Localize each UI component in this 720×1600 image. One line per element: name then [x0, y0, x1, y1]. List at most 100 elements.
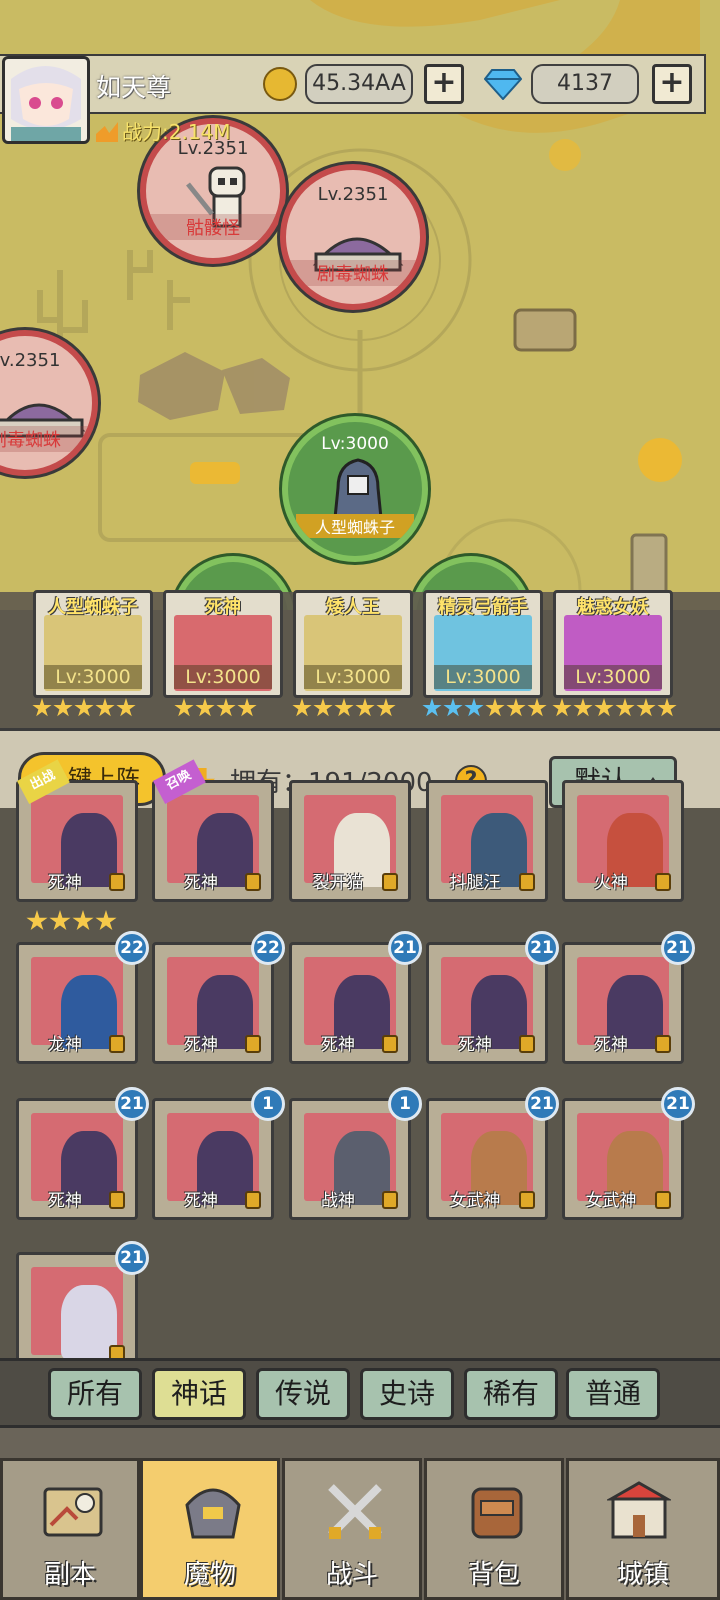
star-icon [95, 910, 117, 931]
team-slot-5-stars [552, 698, 678, 724]
team-slot-1-stars [32, 698, 137, 724]
monster-name: 裂开猫 [312, 873, 364, 893]
monster-card[interactable]: 战神 1 [289, 1087, 422, 1220]
player-name: 如天尊 [96, 73, 172, 102]
monster-card[interactable]: 死神 21 [16, 1087, 149, 1220]
monster-card[interactable]: 死神 21 [562, 931, 695, 1064]
monster-card[interactable]: 死神 22 [152, 931, 285, 1064]
nav-tab-3[interactable]: 背包 [424, 1458, 564, 1600]
filter-2-button[interactable]: 传说 [256, 1368, 350, 1420]
star-icon [313, 698, 333, 717]
lock-icon[interactable] [109, 1035, 125, 1053]
lock-icon[interactable] [519, 1191, 535, 1209]
coin-balance: 45.34AA [305, 64, 413, 104]
monster-card[interactable]: 死神 召唤 [152, 759, 274, 902]
lock-icon[interactable] [519, 1035, 535, 1053]
filter-1-button[interactable]: 神话 [152, 1368, 246, 1420]
lock-icon[interactable] [382, 873, 398, 891]
nav-tab-2[interactable]: 战斗 [282, 1458, 422, 1600]
nav-label: 战斗 [325, 1560, 378, 1590]
player-avatar[interactable] [2, 56, 90, 144]
coin-icon [263, 67, 297, 101]
filter-5-button[interactable]: 普通 [566, 1368, 660, 1420]
lock-icon[interactable] [245, 1035, 261, 1053]
lock-icon[interactable] [109, 873, 125, 891]
filter-3-button[interactable]: 史诗 [360, 1368, 454, 1420]
star-icon [552, 698, 572, 717]
star-icon [376, 698, 396, 717]
team-member-name: 矮人王 [326, 597, 380, 618]
monster-card[interactable]: 龙神 22 [16, 931, 149, 1064]
monster-card[interactable]: 女武神 21 [562, 1087, 695, 1220]
star-icon [53, 698, 73, 717]
monster-level-badge: 1 [388, 1087, 422, 1121]
monster-level-badge: 21 [388, 931, 422, 965]
star-icon [237, 698, 257, 717]
ally-spider-girl[interactable]: Lv:3000 人型蜘蛛子 [282, 416, 428, 562]
filter-4-button[interactable]: 稀有 [464, 1368, 558, 1420]
monster-card[interactable]: 死神 1 [152, 1087, 285, 1220]
game-screen: Lv.2351 骷髅怪 Lv.2351 剧毒蜘蛛 Lv.2351 剧 [0, 0, 720, 1600]
monster-card-stars [26, 910, 118, 932]
filter-0-button[interactable]: 所有 [48, 1368, 142, 1420]
lock-icon[interactable] [109, 1191, 125, 1209]
lock-icon[interactable] [245, 1191, 261, 1209]
combat-power: 战力:2.14M [96, 116, 231, 145]
star-icon [527, 698, 547, 717]
monster-card[interactable]: 21 [16, 1241, 149, 1374]
team-member-name: 精灵弓箭手 [438, 597, 528, 618]
team-slot-3[interactable]: 矮人王 Lv:3000 [293, 590, 413, 698]
monster-card[interactable]: 抖腿汪 [426, 780, 548, 902]
team-member-level: Lv:3000 [304, 665, 402, 689]
lock-icon[interactable] [245, 873, 261, 891]
monster-card[interactable]: 女武神 21 [426, 1087, 559, 1220]
ally-level: Lv:3000 [321, 434, 389, 454]
lock-icon[interactable] [655, 1191, 671, 1209]
lock-icon[interactable] [519, 873, 535, 891]
add-gems-button[interactable]: + [652, 64, 692, 104]
team-slot-2[interactable]: 死神 Lv:3000 [163, 590, 283, 698]
lock-icon[interactable] [382, 1035, 398, 1053]
monster-name: 死神 [594, 1035, 628, 1055]
team-member-level: Lv:3000 [44, 665, 142, 689]
lock-icon[interactable] [655, 1035, 671, 1053]
monster-helmet-icon [185, 1488, 241, 1539]
nav-tab-0[interactable]: 副本 [0, 1458, 140, 1600]
star-icon [485, 698, 505, 717]
star-icon [422, 698, 442, 717]
monster-card[interactable]: 火神 [562, 780, 684, 902]
lock-icon[interactable] [655, 873, 671, 891]
monster-level-badge: 1 [251, 1087, 285, 1121]
monster-name: 龙神 [48, 1035, 82, 1055]
team-member-name: 魅惑女妖 [577, 597, 649, 618]
add-coins-button[interactable]: + [424, 64, 464, 104]
nav-label: 魔物 [183, 1560, 236, 1590]
enemy-level: Lv.2351 [317, 184, 389, 205]
monster-card[interactable]: 死神 21 [426, 931, 559, 1064]
team-slot-1[interactable]: 人型蜘蛛子 Lv:3000 [33, 590, 153, 698]
team-member-name: 死神 [205, 597, 241, 618]
star-icon [49, 910, 71, 931]
monster-card[interactable]: 死神 出战 [16, 759, 138, 902]
monster-level-badge: 21 [525, 931, 559, 965]
nav-tab-1[interactable]: 魔物 [140, 1458, 280, 1600]
team-slot-4[interactable]: 精灵弓箭手 Lv:3000 [423, 590, 543, 698]
star-icon [95, 698, 115, 717]
team-member-level: Lv:3000 [434, 665, 532, 689]
monster-level-badge: 21 [525, 1087, 559, 1121]
combat-power-value: 战力:2.14M [122, 120, 231, 144]
monster-card[interactable]: 裂开猫 [289, 780, 411, 902]
monster-card[interactable]: 死神 21 [289, 931, 422, 1064]
monster-level-badge: 21 [115, 1241, 149, 1275]
star-icon [573, 698, 593, 717]
enemy-poison-spider[interactable]: Lv.2351 剧毒蜘蛛 [280, 164, 426, 310]
lock-icon[interactable] [382, 1191, 398, 1209]
monster-name: 女武神 [585, 1191, 637, 1211]
monster-name: 死神 [184, 873, 218, 893]
monster-name: 死神 [184, 1191, 218, 1211]
team-slot-5[interactable]: 魅惑女妖 Lv:3000 [553, 590, 673, 698]
avatar-portrait [11, 66, 81, 141]
nav-tab-4[interactable]: 城镇 [566, 1458, 720, 1600]
star-icon [292, 698, 312, 717]
town-icon [607, 1481, 671, 1539]
